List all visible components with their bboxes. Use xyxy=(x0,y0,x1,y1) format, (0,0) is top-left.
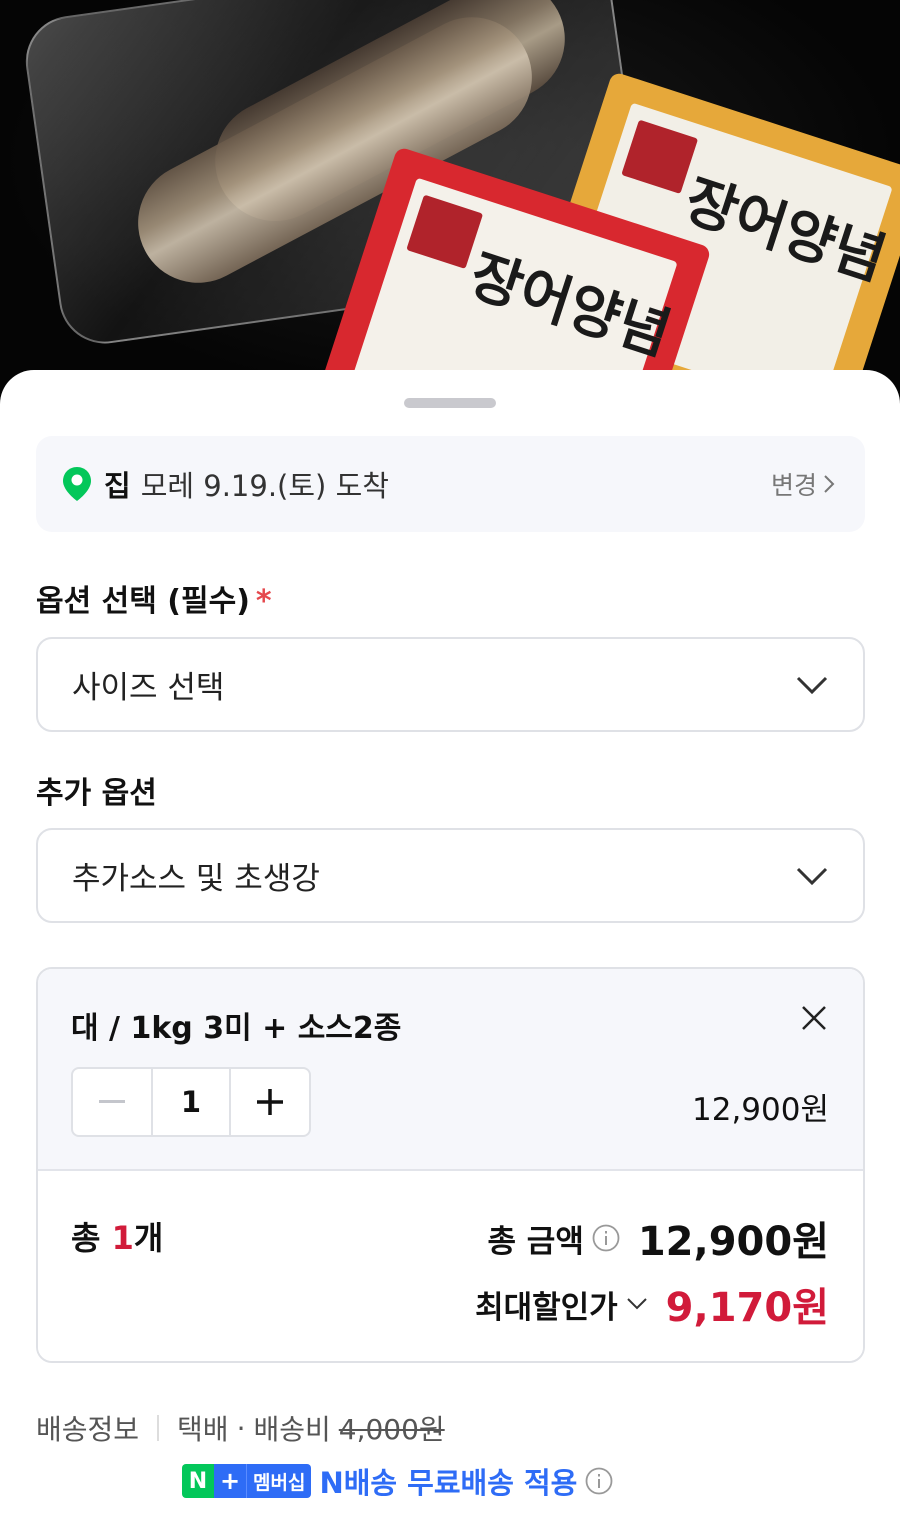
chevron-down-icon xyxy=(796,676,828,694)
selected-item-name: 대 / 1kg 3미 + 소스2종 xyxy=(71,1011,402,1046)
delivery-date: 모레 9.19.(토) 도착 xyxy=(140,469,389,503)
shipping-fee-label: 배송비 xyxy=(253,1413,331,1446)
selected-item: 대 / 1kg 3미 + 소스2종 1 12,900원 xyxy=(38,969,863,1171)
chevron-right-icon xyxy=(824,475,835,493)
delivery-place: 집 xyxy=(104,469,131,503)
total-amount-value: 12,900원 xyxy=(637,1219,829,1265)
option-section-title: 옵션 선택 (필수) * xyxy=(36,584,272,619)
divider xyxy=(157,1415,160,1441)
info-icon[interactable] xyxy=(592,1224,620,1252)
naver-plus-membership-badge: N + 멤버십 xyxy=(182,1464,312,1498)
size-select-dropdown[interactable]: 사이즈 선택 xyxy=(36,637,865,732)
free-shipping-text: N배송 무료배송 적용 xyxy=(319,1466,578,1500)
decrease-quantity-button[interactable] xyxy=(73,1069,151,1135)
increase-quantity-button[interactable] xyxy=(231,1069,309,1135)
selected-item-card: 대 / 1kg 3미 + 소스2종 1 12,900원 총 1개 총 금액 12… xyxy=(36,967,865,1363)
delivery-info-bar: 집 모레 9.19.(토) 도착 변경 xyxy=(36,436,865,532)
total-amount-label: 총 금액 xyxy=(487,1223,584,1260)
max-discount-label: 최대할인가 xyxy=(475,1289,618,1326)
info-icon[interactable] xyxy=(585,1467,613,1495)
total-amount-row: 총 금액 12,900원 xyxy=(487,1209,829,1267)
extra-option-placeholder: 추가소스 및 초생강 xyxy=(72,861,320,897)
shipping-info: 배송정보 택배 · 배송비 4,000원 xyxy=(36,1408,445,1448)
max-discount-value: 9,170원 xyxy=(665,1285,829,1331)
total-count: 총 1개 xyxy=(71,1219,164,1257)
shipping-fee-original: 4,000원 xyxy=(338,1413,445,1446)
minus-icon xyxy=(98,1100,125,1103)
free-shipping-benefit: N + 멤버십 N배송 무료배송 적용 xyxy=(182,1460,613,1502)
shipping-method: 택배 xyxy=(177,1413,229,1446)
remove-item-close-icon[interactable] xyxy=(801,1005,827,1031)
quantity-value[interactable]: 1 xyxy=(150,1069,232,1135)
required-mark: * xyxy=(255,584,272,619)
quantity-stepper: 1 xyxy=(71,1067,311,1137)
extra-option-dropdown[interactable]: 추가소스 및 초생강 xyxy=(36,828,865,923)
change-delivery-button[interactable]: 변경 xyxy=(771,466,835,502)
chevron-down-icon xyxy=(626,1298,647,1310)
chevron-down-icon xyxy=(796,867,828,885)
size-select-placeholder: 사이즈 선택 xyxy=(72,670,225,706)
dot-separator: · xyxy=(236,1411,246,1445)
order-summary: 총 1개 총 금액 12,900원 최대할인가 9,170원 xyxy=(38,1171,863,1361)
shipping-label: 배송정보 xyxy=(36,1413,140,1446)
total-count-number: 1 xyxy=(111,1219,134,1257)
sheet-drag-handle[interactable] xyxy=(404,398,496,408)
purchase-sheet: 집 모레 9.19.(토) 도착 변경 옵션 선택 (필수) * 사이즈 선택 추… xyxy=(0,370,900,1524)
selected-item-price: 12,900원 xyxy=(692,1092,829,1128)
max-discount-row[interactable]: 최대할인가 9,170원 xyxy=(475,1275,829,1333)
extra-option-title: 추가 옵션 xyxy=(36,776,157,811)
plus-icon xyxy=(257,1089,283,1115)
product-image: 장어양념 장어양념 xyxy=(0,0,900,400)
change-label: 변경 xyxy=(770,471,817,500)
location-pin-icon xyxy=(63,467,91,501)
